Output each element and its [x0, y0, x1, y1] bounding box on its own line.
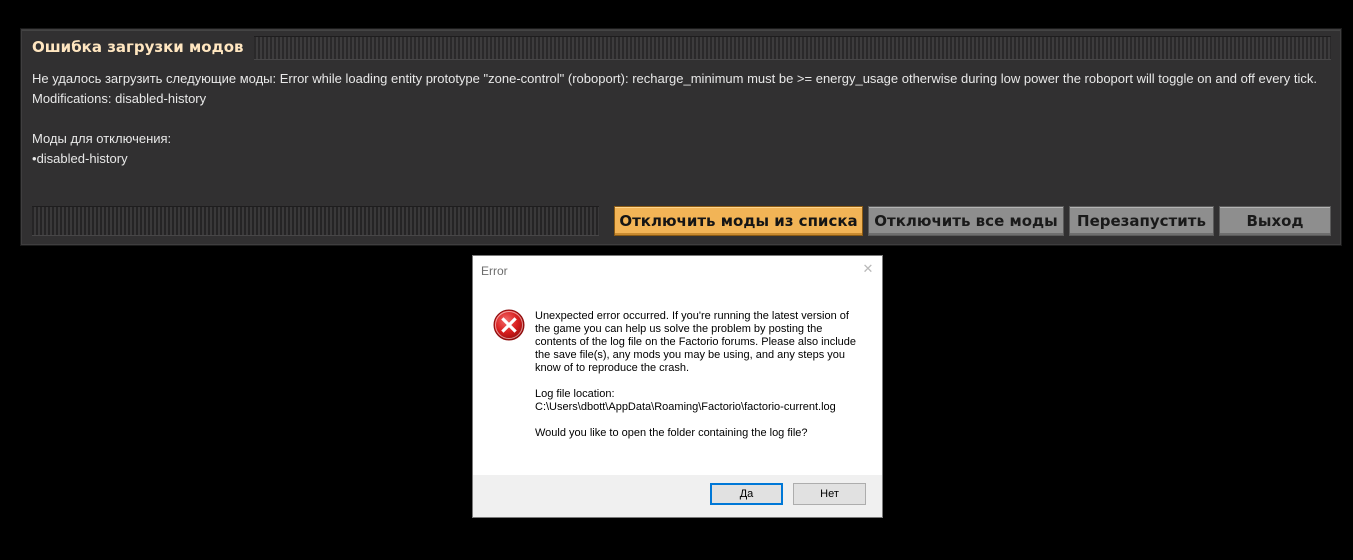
title-drag-handle[interactable]	[253, 36, 1331, 60]
panel-title: Ошибка загрузки модов	[32, 38, 244, 56]
dialog-question: Would you like to open the folder contai…	[535, 427, 808, 439]
dialog-message: Unexpected error occurred. If you're run…	[535, 310, 865, 440]
close-icon[interactable]: ✕	[860, 262, 876, 278]
error-icon	[493, 309, 525, 341]
error-message-line: Не удалось загрузить следующие моды: Err…	[32, 71, 1317, 86]
no-button[interactable]: Нет	[793, 483, 866, 505]
yes-button[interactable]: Да	[710, 483, 783, 505]
footer-drag-handle	[32, 206, 599, 236]
disable-heading: Моды для отключения:	[32, 131, 172, 146]
log-location-label: Log file location:	[535, 388, 615, 400]
dialog-titlebar[interactable]: Error ✕	[473, 256, 882, 286]
dialog-paragraph: Unexpected error occurred. If you're run…	[535, 310, 857, 374]
restart-button[interactable]: Перезапустить	[1069, 206, 1214, 236]
dialog-title: Error	[481, 264, 508, 278]
disable-all-mods-button[interactable]: Отключить все моды	[868, 206, 1064, 236]
panel-message: Не удалось загрузить следующие моды: Err…	[32, 69, 1333, 169]
error-dialog: Error ✕ Unexpected error occurred. If yo…	[472, 255, 883, 518]
disable-listed-mods-button[interactable]: Отключить моды из списка	[614, 206, 863, 236]
panel-titlebar[interactable]: Ошибка загрузки модов	[21, 29, 1341, 63]
mod-error-panel: Ошибка загрузки модов Не удалось загрузи…	[20, 28, 1342, 246]
disable-list-item: disabled-history	[32, 149, 1333, 169]
dialog-footer: Да Нет	[473, 475, 882, 517]
exit-button[interactable]: Выход	[1219, 206, 1331, 236]
panel-footer: Отключить моды из списка Отключить все м…	[32, 205, 1331, 237]
log-path: C:\Users\dbott\AppData\Roaming\Factorio\…	[535, 401, 836, 413]
modifications-line: Modifications: disabled-history	[32, 91, 207, 106]
